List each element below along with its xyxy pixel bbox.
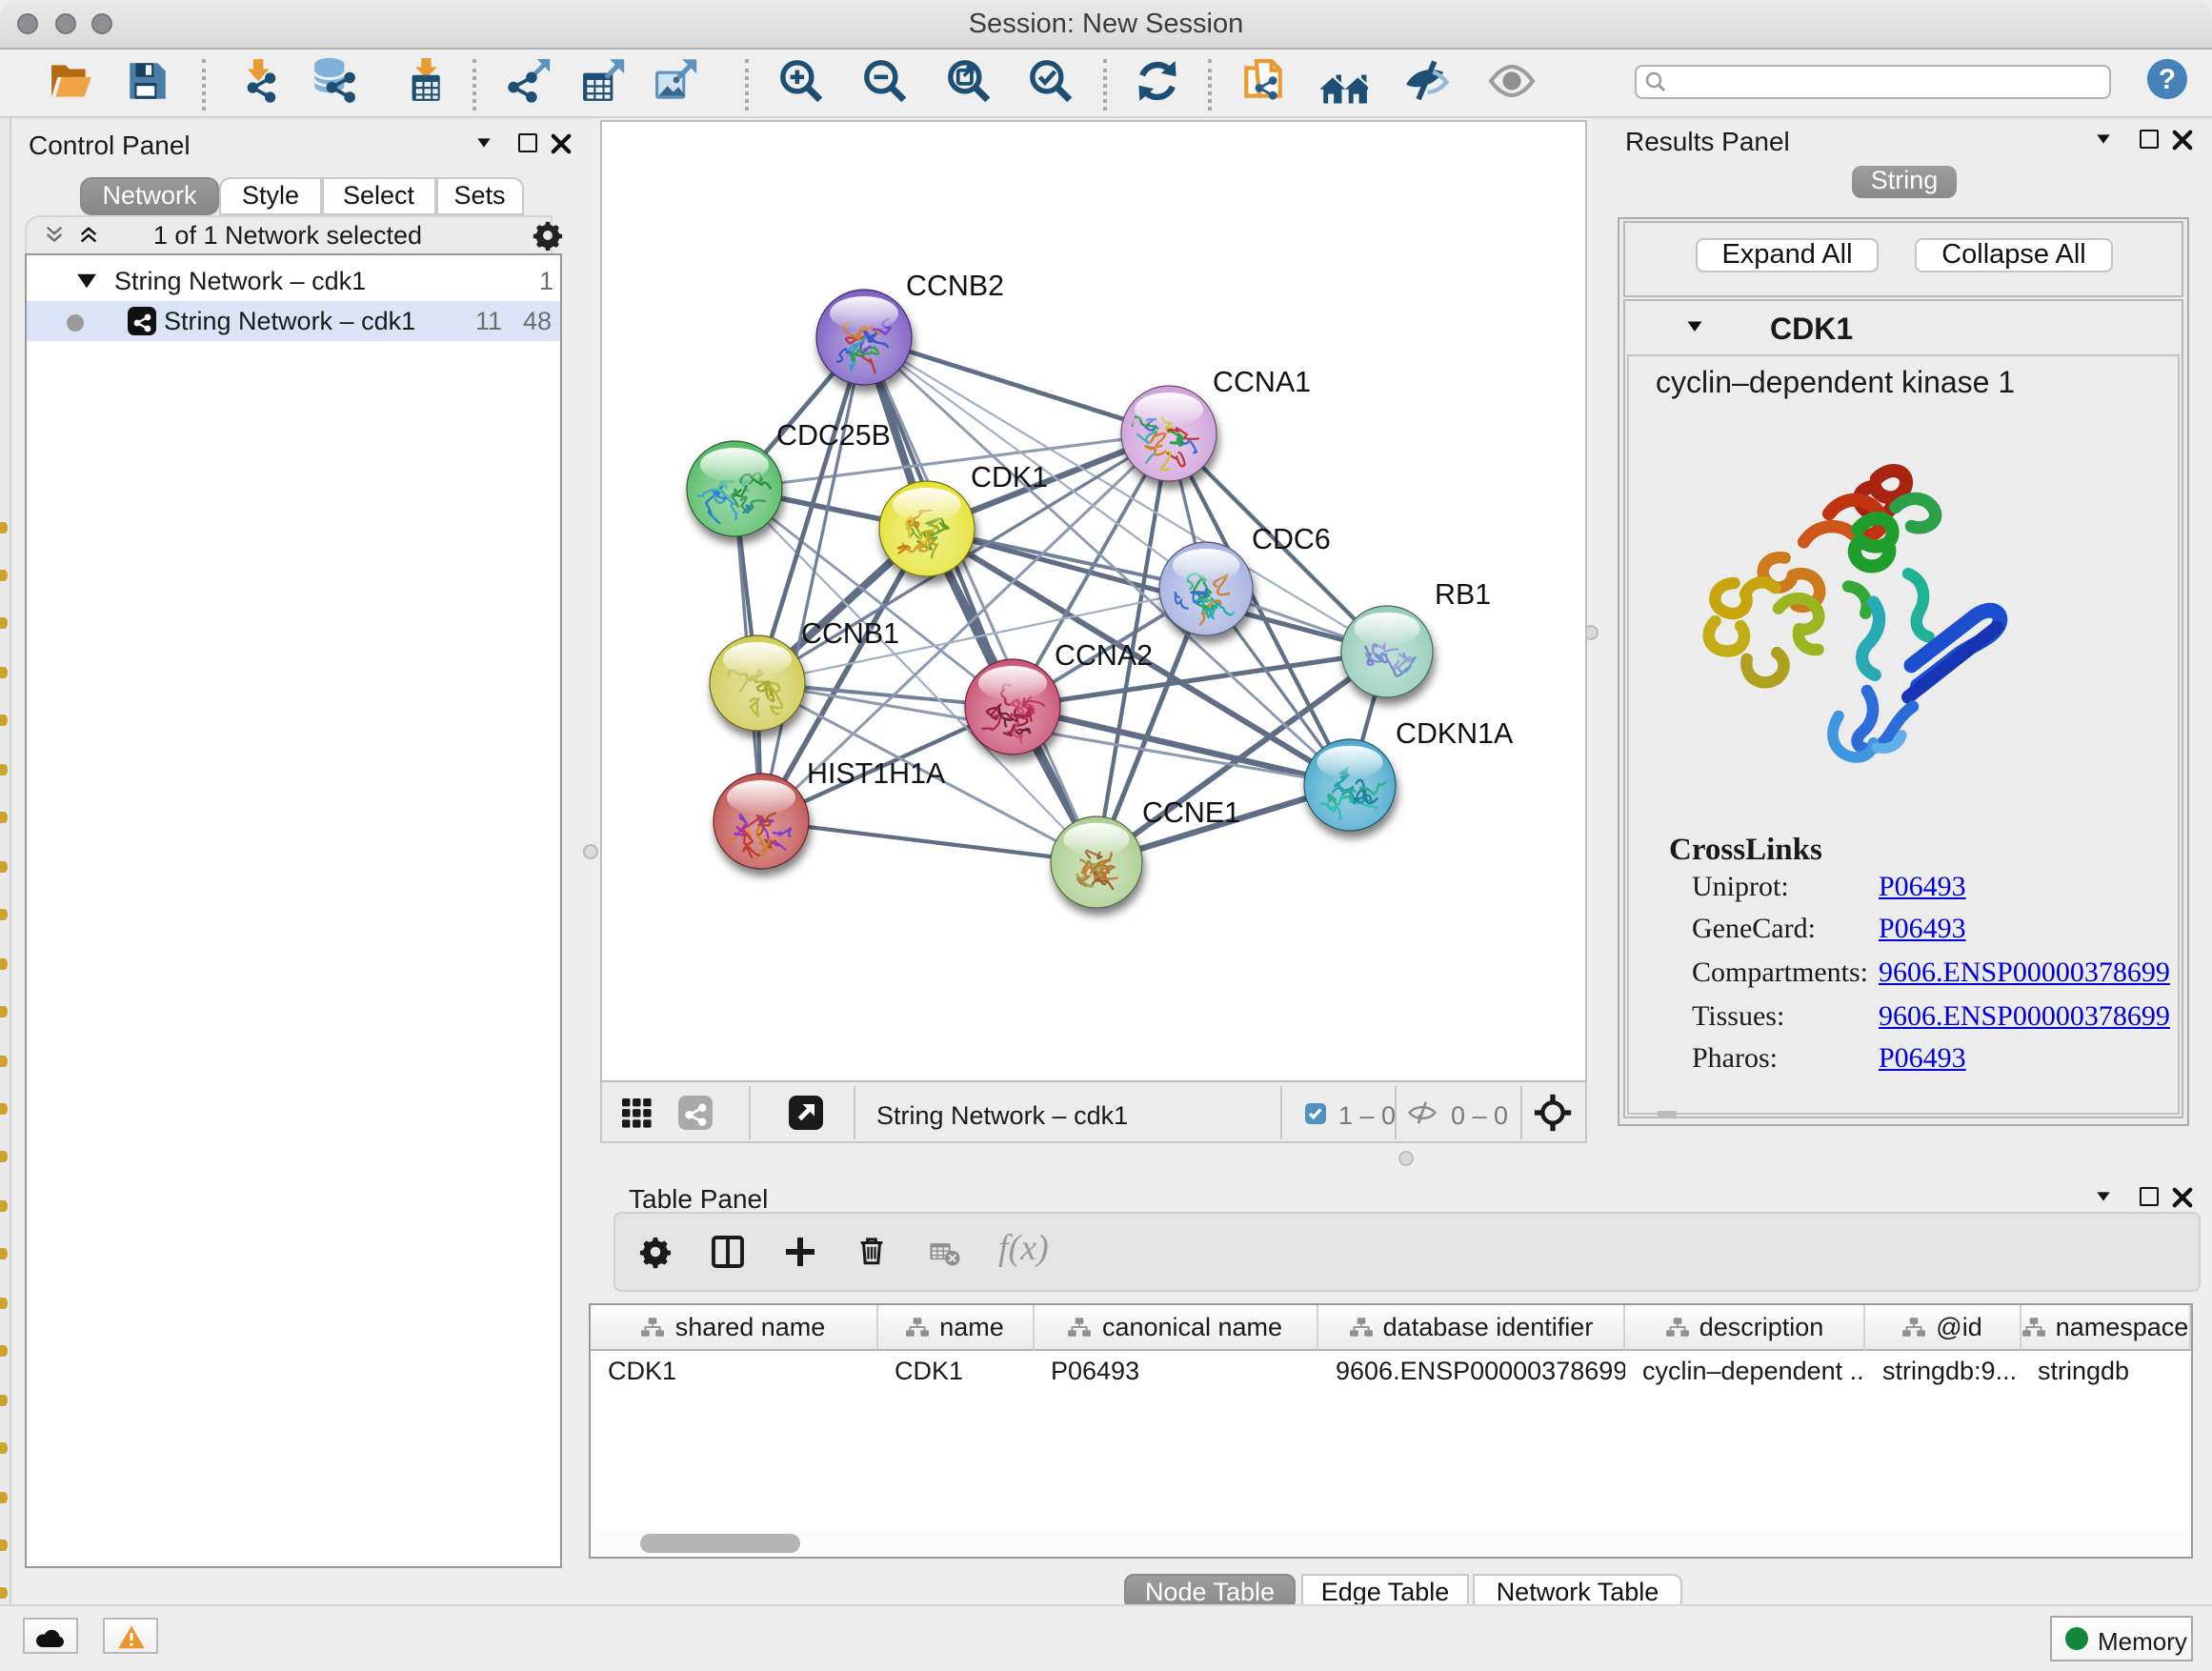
svg-text:HIST1H1A: HIST1H1A — [807, 756, 946, 789]
svg-text:CDK1: CDK1 — [971, 460, 1048, 493]
svg-text:?: ? — [2159, 63, 2176, 94]
svg-text:RB1: RB1 — [1435, 577, 1491, 610]
svg-text:CDC25B: CDC25B — [776, 418, 891, 451]
svg-text:CDC6: CDC6 — [1252, 522, 1331, 554]
svg-text:CCNB2: CCNB2 — [906, 269, 1004, 301]
svg-text:CCNA2: CCNA2 — [1055, 638, 1153, 671]
svg-text:CCNE1: CCNE1 — [1142, 795, 1240, 828]
svg-text:CDKN1A: CDKN1A — [1396, 716, 1514, 749]
svg-text:CCNB1: CCNB1 — [801, 616, 899, 649]
svg-text:CCNA1: CCNA1 — [1213, 365, 1311, 397]
